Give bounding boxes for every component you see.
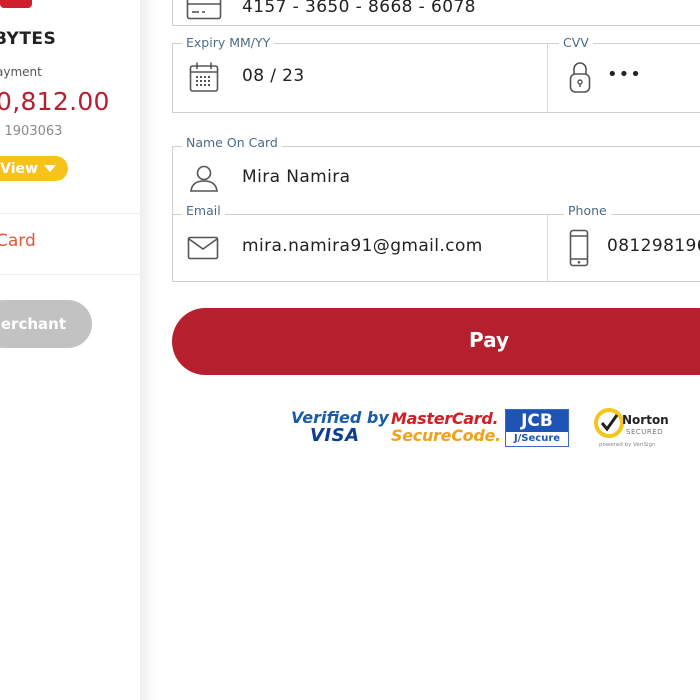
jcb-logo-bottom: J/Secure [513, 433, 561, 444]
payment-amount: 0,812.00 [0, 87, 110, 116]
name-on-card-label: Name On Card [182, 135, 282, 150]
lock-icon [569, 62, 591, 93]
pay-button[interactable]: Pay [172, 308, 700, 375]
calendar-icon [189, 62, 219, 92]
view-details-button[interactable]: View [0, 156, 68, 181]
expiry-value: 08 / 23 [242, 66, 305, 86]
name-on-card-value: Mira Namira [242, 167, 351, 187]
norton-logo-secured: SECURED [626, 428, 664, 436]
user-icon [190, 165, 218, 192]
mastercard-logo-line2: SecureCode. [391, 426, 501, 445]
card-number-value: 4157 - 3650 - 8668 - 6078 [242, 0, 476, 17]
payment-label: ayment [0, 65, 42, 79]
back-to-merchant-button[interactable]: Merchant [0, 300, 92, 348]
cvv-value: ••• [607, 64, 642, 85]
view-button-label: View [0, 160, 38, 177]
brand-chip [0, 0, 32, 8]
jcb-logo-top: JCB [506, 410, 568, 432]
jcb-jsecure-logo: JCB J/Secure [505, 409, 569, 447]
order-summary-panel: BYTES ayment 0,812.00 : 1903063 View Car… [0, 0, 140, 700]
expiry-input[interactable] [173, 44, 546, 112]
merchant-name: BYTES [0, 29, 57, 49]
visa-logo-line2: VISA [310, 425, 360, 446]
divider [0, 274, 140, 275]
pay-button-label: Pay [469, 328, 510, 352]
smartphone-icon [569, 229, 589, 267]
panel-shadow [140, 0, 158, 700]
norton-checkmark-icon [594, 408, 624, 438]
norton-logo-powered: powered by VeriSign [599, 442, 656, 448]
phone-value: 081298196 [607, 236, 700, 256]
credit-card-icon [186, 0, 222, 20]
merchant-button-label: Merchant [0, 315, 66, 333]
email-value: mira.namira91@gmail.com [242, 236, 483, 256]
chevron-down-icon [44, 165, 56, 172]
norton-logo-name: Norton [622, 413, 669, 427]
divider [0, 213, 140, 214]
payment-method-card-link[interactable]: Card [0, 231, 36, 251]
order-id: : 1903063 [0, 124, 63, 139]
envelope-icon [187, 236, 219, 260]
